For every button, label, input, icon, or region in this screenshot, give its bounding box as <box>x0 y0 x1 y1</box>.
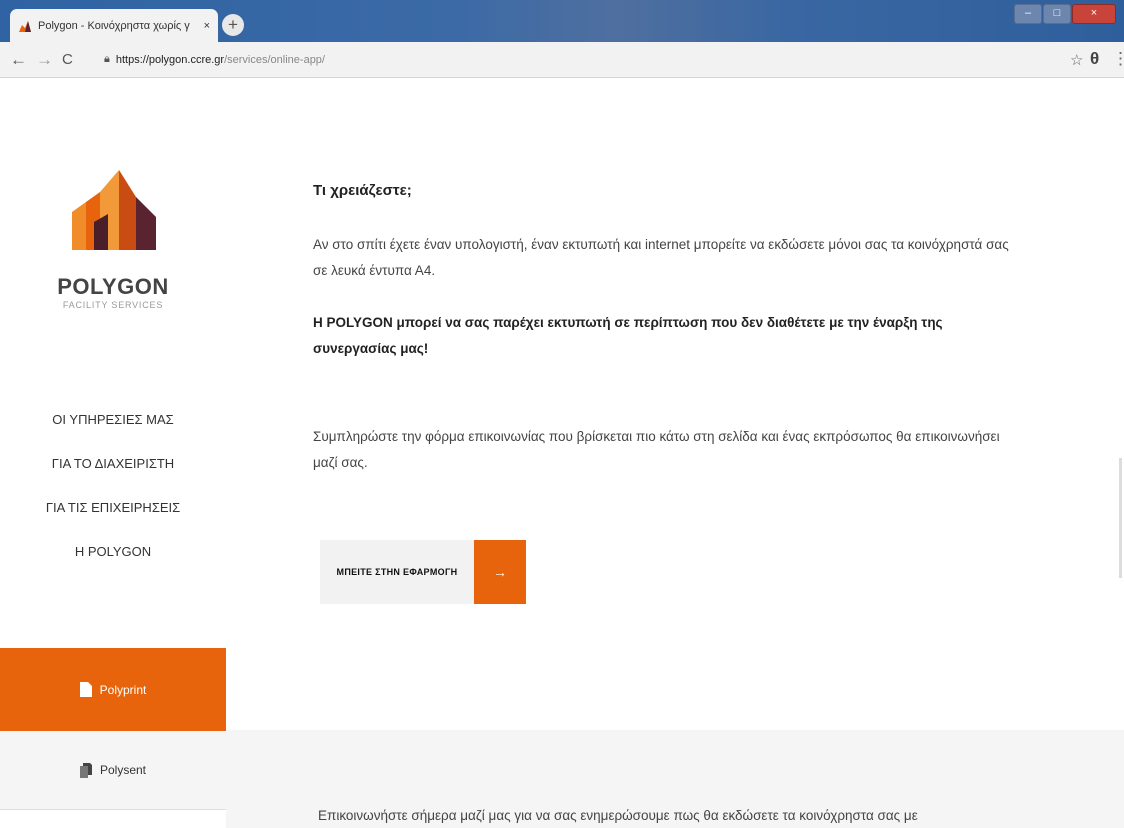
document-icon <box>79 682 92 697</box>
nav-about[interactable]: Η POLYGON <box>0 530 226 574</box>
browser-menu-icon[interactable]: ⋮ <box>1112 49 1124 69</box>
new-tab-button[interactable]: + <box>222 14 244 36</box>
paragraph-contact: Συμπληρώστε την φόρμα επικοινωνίας που β… <box>313 429 1000 470</box>
documents-icon <box>79 762 92 778</box>
minimize-button[interactable]: – <box>1014 4 1042 24</box>
section-heading: Τι χρειάζεστε; <box>313 182 412 199</box>
paragraph-requirements: Αν στο σπίτι έχετε έναν υπολογιστή, έναν… <box>313 237 1009 278</box>
browser-tab[interactable]: Polygon - Κοινόχρηστα χωρίς γ × <box>10 9 218 42</box>
main-content: Τι χρειάζεστε; Αν στο σπίτι έχετε έναν υ… <box>226 78 1124 828</box>
nav-businesses[interactable]: ΓΙΑ ΤΙΣ ΕΠΙΧΕΙΡΗΣΕΙΣ <box>0 486 226 530</box>
browser-toolbar: ← → C 🔒︎ https://polygon.ccre.gr/service… <box>0 42 1124 78</box>
nav-polyprint-label: Polyprint <box>99 682 147 697</box>
url-path: /services/online-app/ <box>224 53 325 66</box>
nav-services[interactable]: ΟΙ ΥΠΗΡΕΣΙΕΣ ΜΑΣ <box>0 398 226 442</box>
bookmark-star-icon[interactable]: ☆ <box>1070 51 1083 69</box>
paragraph-printer-offer: Η POLYGON μπορεί να σας παρέχει εκτυπωτή… <box>313 315 943 356</box>
nav-polysent[interactable]: Polysent <box>0 731 226 810</box>
scrollbar[interactable] <box>1119 458 1122 578</box>
enter-app-label: ΜΠΕΙΤΕ ΣΤΗΝ ΕΦΑΡΜΟΓΗ <box>336 567 458 577</box>
tab-title: Polygon - Κοινόχρηστα χωρίς γ <box>38 19 190 32</box>
contact-intro-text: Επικοινωνήστε σήμερα μαζί μας για να σας… <box>318 808 918 823</box>
window-close-button[interactable]: × <box>1072 4 1116 24</box>
lock-icon: 🔒︎ <box>104 53 110 65</box>
nav-polyprint[interactable]: Polyprint <box>0 648 226 731</box>
tab-close-icon[interactable]: × <box>204 20 210 32</box>
sidebar: POLYGON FACILITY SERVICES ΟΙ ΥΠΗΡΕΣΙΕΣ Μ… <box>0 78 226 828</box>
brand-subtitle: FACILITY SERVICES <box>62 300 164 310</box>
account-icon[interactable]: θ <box>1090 49 1099 69</box>
sidebar-nav: ΟΙ ΥΠΗΡΕΣΙΕΣ ΜΑΣ ΓΙΑ ΤΟ ΔΙΑΧΕΙΡΙΣΤΗ ΓΙΑ … <box>0 398 226 574</box>
address-bar[interactable]: 🔒︎ https://polygon.ccre.gr/services/onli… <box>104 48 1044 71</box>
forward-arrow-icon[interactable]: → <box>36 50 53 70</box>
browser-tab-bar: Polygon - Κοινόχρηστα χωρίς γ × + – □ × <box>0 0 1124 42</box>
arrow-right-icon: → <box>474 540 526 604</box>
polygon-favicon-icon <box>19 20 31 32</box>
nav-manager[interactable]: ΓΙΑ ΤΟ ΔΙΑΧΕΙΡΙΣΤΗ <box>0 442 226 486</box>
maximize-button[interactable]: □ <box>1043 4 1071 24</box>
url-host: https://polygon.ccre.gr <box>115 53 225 66</box>
enter-app-button[interactable]: ΜΠΕΙΤΕ ΣΤΗΝ ΕΦΑΡΜΟΓΗ → <box>320 540 526 604</box>
page: POLYGON FACILITY SERVICES ΟΙ ΥΠΗΡΕΣΙΕΣ Μ… <box>0 78 1124 828</box>
window-controls: – □ × <box>1013 4 1116 24</box>
brand-name: POLYGON <box>57 274 169 299</box>
back-arrow-icon[interactable]: ← <box>10 50 27 70</box>
polygon-logo-icon[interactable] <box>64 162 174 252</box>
nav-polysent-label: Polysent <box>99 763 147 777</box>
reload-icon[interactable]: C <box>62 51 73 68</box>
